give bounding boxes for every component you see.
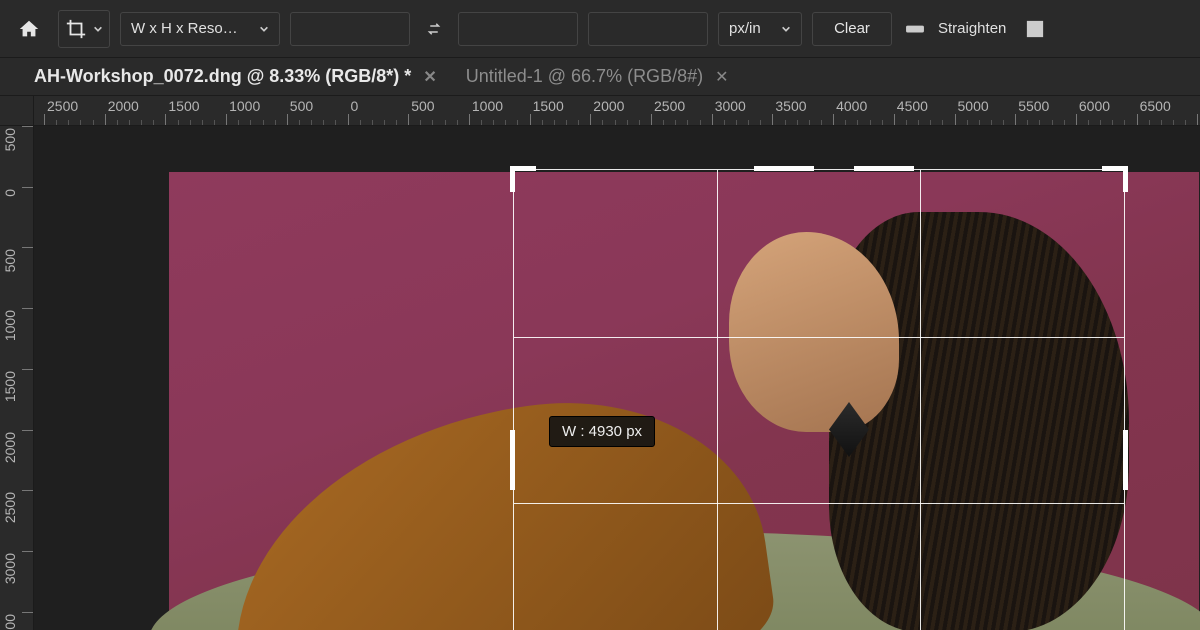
straighten-label: Straighten (938, 20, 1006, 37)
close-icon[interactable]: ✕ (715, 67, 728, 87)
home-button[interactable] (10, 10, 48, 48)
swap-icon (425, 20, 443, 38)
crop-gridline (920, 170, 921, 630)
document-tab[interactable]: Untitled-1 @ 66.7% (RGB/8#) ✕ (452, 58, 744, 95)
crop-tool-preset-button[interactable] (58, 10, 110, 48)
crop-gridline (717, 170, 718, 630)
chevron-down-icon (781, 24, 791, 34)
straighten-tool-button[interactable] (902, 16, 928, 42)
horizontal-ruler[interactable]: 2500200015001000500050010001500200025003… (34, 96, 1200, 126)
crop-options-bar: W x H x Reso… px/in Clear Straighten (0, 0, 1200, 58)
crop-dimensions-tooltip: W : 4930 px (549, 416, 655, 447)
document-tab-title: AH-Workshop_0072.dng @ 8.33% (RGB/8*) * (34, 66, 411, 87)
crop-gridline (514, 337, 1124, 338)
vertical-ruler[interactable]: 5000500100015002000250030003500 (0, 96, 34, 630)
crop-dimensions-value: W : 4930 px (562, 423, 642, 440)
clear-label: Clear (834, 20, 870, 37)
crop-width-input[interactable] (290, 12, 410, 46)
grid-icon (1025, 19, 1045, 39)
chevron-down-icon (93, 24, 103, 34)
crop-handle-left[interactable] (510, 430, 515, 490)
home-icon (18, 18, 40, 40)
crop-preset-label: W x H x Reso… (131, 20, 238, 37)
crop-resolution-input[interactable] (588, 12, 708, 46)
level-icon (904, 18, 926, 40)
resolution-unit-label: px/in (729, 20, 761, 37)
crop-preset-dropdown[interactable]: W x H x Reso… (120, 12, 280, 46)
crop-handle-top[interactable] (854, 166, 914, 171)
close-icon[interactable]: ✕ (423, 67, 436, 87)
grid-overlay-button[interactable] (1022, 16, 1048, 42)
document-tab-title: Untitled-1 @ 66.7% (RGB/8#) (466, 66, 703, 87)
resolution-unit-dropdown[interactable]: px/in (718, 12, 802, 46)
chevron-down-icon (259, 24, 269, 34)
canvas-area[interactable]: W : 4930 px (34, 126, 1200, 630)
crop-handle-top[interactable] (754, 166, 814, 171)
crop-icon (65, 18, 87, 40)
crop-handle-top-left[interactable] (510, 166, 536, 192)
crop-rectangle[interactable] (514, 170, 1124, 630)
crop-handle-top-right[interactable] (1102, 166, 1128, 192)
swap-dimensions-button[interactable] (420, 12, 448, 46)
ruler-origin[interactable] (0, 96, 34, 126)
crop-gridline (514, 503, 1124, 504)
crop-handle-right[interactable] (1123, 430, 1128, 490)
document-tabs: AH-Workshop_0072.dng @ 8.33% (RGB/8*) * … (0, 58, 1200, 96)
crop-height-input[interactable] (458, 12, 578, 46)
document-tab[interactable]: AH-Workshop_0072.dng @ 8.33% (RGB/8*) * … (20, 58, 452, 95)
clear-button[interactable]: Clear (812, 12, 892, 46)
